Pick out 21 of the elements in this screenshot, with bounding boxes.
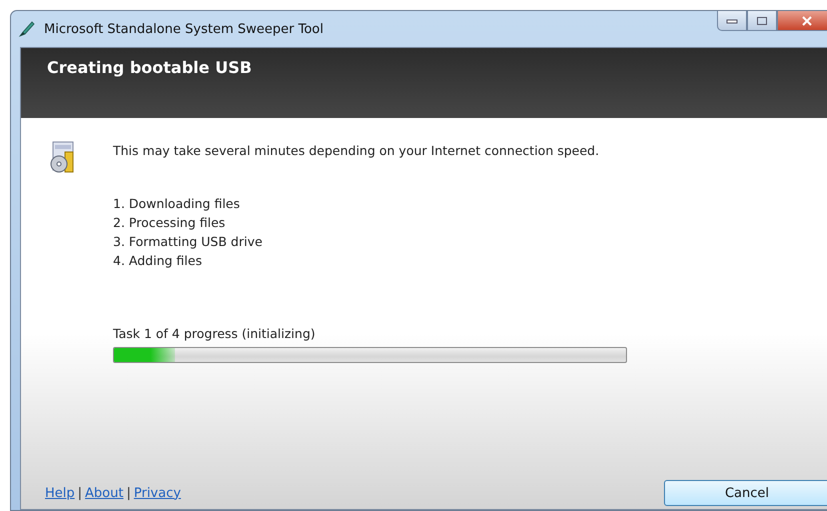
link-separator: |: [126, 486, 131, 500]
header-title: Creating bootable USB: [47, 58, 252, 77]
footer-link[interactable]: Help: [45, 486, 75, 500]
maximize-icon: [756, 16, 768, 26]
step-item: 4. Adding files: [113, 252, 203, 270]
footer-link[interactable]: About: [85, 486, 124, 500]
close-icon: [801, 16, 813, 26]
info-message: This may take several minutes depending on your Internet connection speed.: [113, 143, 600, 158]
footer-link[interactable]: Privacy: [134, 486, 181, 500]
minimize-icon: [726, 18, 738, 24]
brush-icon: [18, 20, 36, 38]
window-title: Microsoft Standalone System Sweeper Tool: [44, 22, 324, 36]
minimize-button[interactable]: [717, 11, 747, 31]
progress-label: Task 1 of 4 progress (initializing): [113, 326, 316, 341]
cancel-button[interactable]: Cancel: [664, 480, 827, 506]
close-button[interactable]: [777, 11, 827, 31]
step-item: 2. Processing files: [113, 214, 226, 232]
link-separator: |: [78, 486, 82, 500]
maximize-button[interactable]: [747, 11, 777, 31]
step-item: 1. Downloading files: [113, 195, 241, 213]
step-item: 3. Formatting USB drive: [113, 233, 264, 251]
